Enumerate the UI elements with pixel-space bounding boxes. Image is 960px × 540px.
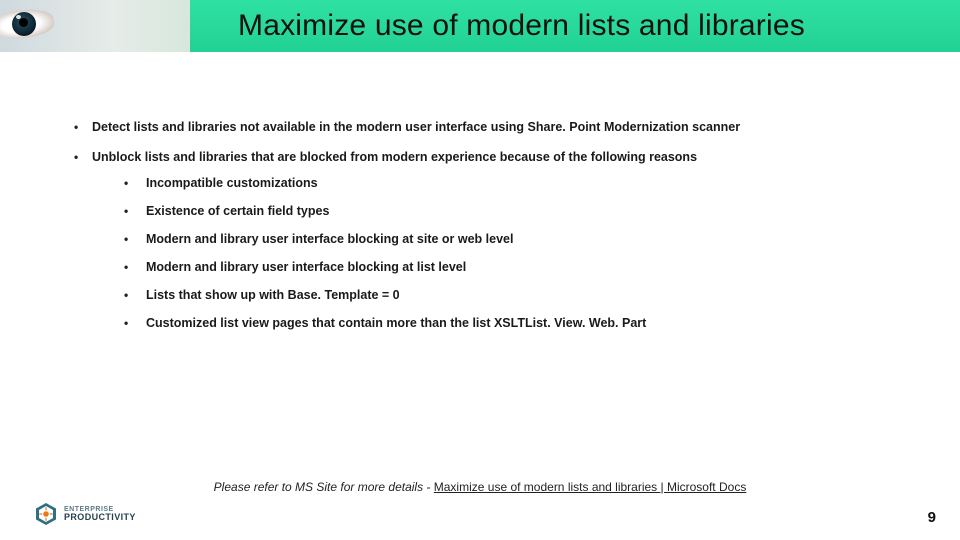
bullet-text: Modern and library user interface blocki…: [146, 260, 466, 274]
bullet-text: Customized list view pages that contain …: [146, 316, 646, 330]
page-title: Maximize use of modern lists and librari…: [238, 9, 805, 43]
hexagon-icon: [34, 502, 58, 526]
list-item: Existence of certain field types: [92, 204, 900, 218]
footer-link[interactable]: Maximize use of modern lists and librari…: [434, 480, 747, 494]
footer-prefix: Please refer to MS Site for more details…: [214, 480, 434, 494]
list-item: Modern and library user interface blocki…: [92, 260, 900, 274]
bullet-text: Detect lists and libraries not available…: [92, 120, 740, 134]
header-graphic: [0, 0, 190, 52]
header-band: Maximize use of modern lists and librari…: [0, 0, 960, 52]
bullet-text: Unblock lists and libraries that are blo…: [92, 150, 697, 164]
eye-icon: [0, 0, 60, 48]
footer-note: Please refer to MS Site for more details…: [0, 480, 960, 494]
list-item: Customized list view pages that contain …: [92, 316, 900, 330]
list-item: Detect lists and libraries not available…: [70, 120, 900, 134]
list-item: Lists that show up with Base. Template =…: [92, 288, 900, 302]
logo-text: ENTERPRISE PRODUCTIVITY: [64, 506, 136, 522]
list-item: Modern and library user interface blocki…: [92, 232, 900, 246]
bullet-text: Modern and library user interface blocki…: [146, 232, 513, 246]
list-item: Incompatible customizations: [92, 176, 900, 190]
content-area: Detect lists and libraries not available…: [70, 120, 900, 346]
header-title-bar: Maximize use of modern lists and librari…: [190, 0, 960, 52]
bullet-list: Detect lists and libraries not available…: [70, 120, 900, 330]
logo-line2: PRODUCTIVITY: [64, 513, 136, 522]
page-number: 9: [928, 509, 936, 526]
bullet-text: Existence of certain field types: [146, 204, 329, 218]
bullet-text: Incompatible customizations: [146, 176, 318, 190]
sub-bullet-list: Incompatible customizations Existence of…: [92, 176, 900, 330]
footer-logo: ENTERPRISE PRODUCTIVITY: [34, 502, 136, 526]
bullet-text: Lists that show up with Base. Template =…: [146, 288, 400, 302]
list-item: Unblock lists and libraries that are blo…: [70, 150, 900, 330]
